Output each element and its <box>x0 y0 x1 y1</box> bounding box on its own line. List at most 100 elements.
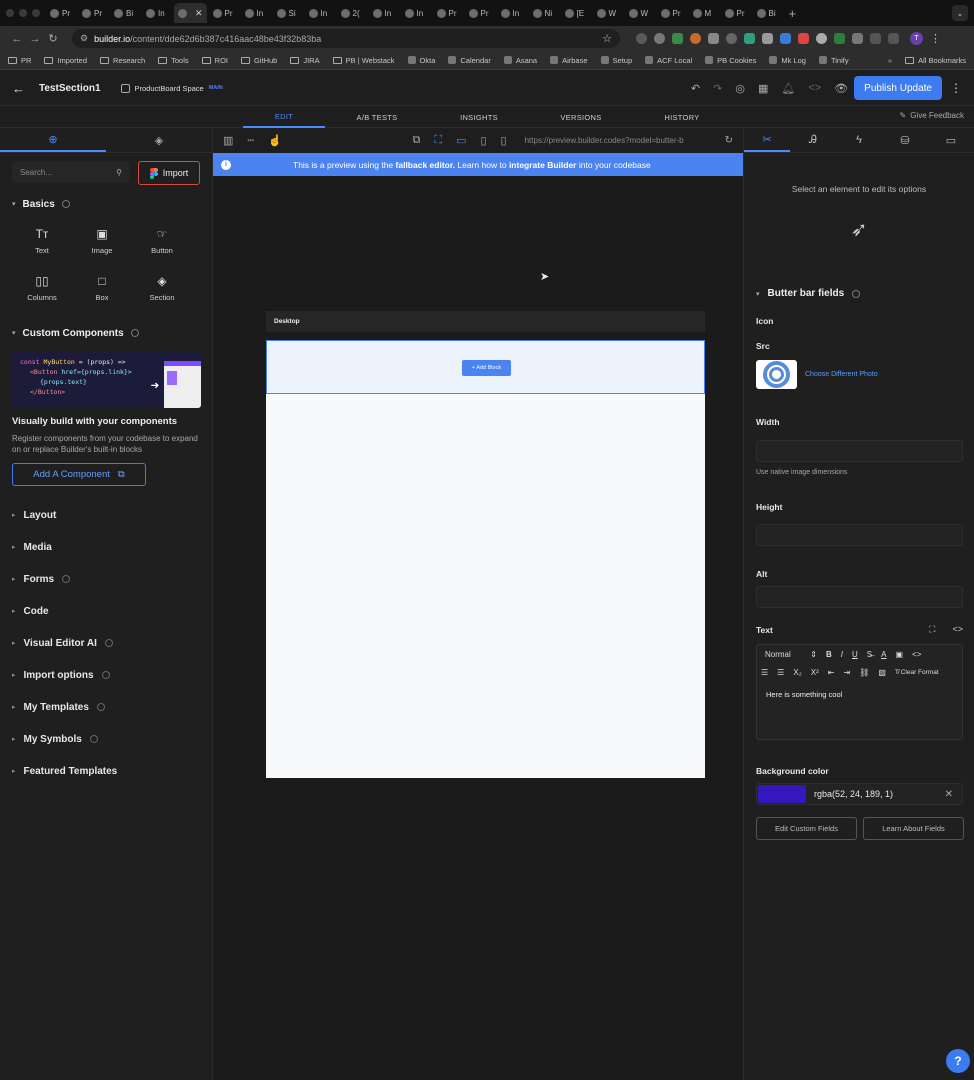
data-tab[interactable]: ⛁ <box>882 128 928 152</box>
block-image[interactable]: ▣ Image <box>72 218 132 265</box>
bookmark-item[interactable]: GitHub <box>241 56 277 65</box>
profile-avatar[interactable]: T <box>910 32 923 45</box>
comments-tab[interactable]: ▭ <box>928 128 974 152</box>
forward-icon[interactable]: → <box>26 33 44 45</box>
preview-url[interactable]: https://preview.builder.codes?model=butt… <box>525 136 711 145</box>
background-color-value[interactable]: rgba(52, 24, 189, 1) <box>814 789 893 799</box>
background-color-field[interactable]: rgba(52, 24, 189, 1) ✕ <box>756 783 963 805</box>
superscript-icon[interactable]: X² <box>811 668 819 677</box>
browser-tab[interactable]: ✕ <box>174 3 207 23</box>
extension-icon[interactable] <box>690 33 701 44</box>
block-columns[interactable]: ▯▯ Columns <box>12 265 72 312</box>
options-tab[interactable]: ✂ <box>744 128 790 152</box>
clear-color-icon[interactable]: ✕ <box>945 789 953 800</box>
style-tab[interactable]: Ꭿ <box>790 128 836 152</box>
browser-tab[interactable]: Pr <box>657 3 687 23</box>
browser-tab[interactable]: In <box>241 3 271 23</box>
extension-icon[interactable] <box>798 33 809 44</box>
bookmark-item[interactable]: Research <box>100 56 145 65</box>
window-controls[interactable] <box>6 9 40 17</box>
tab-insights[interactable]: INSIGHTS <box>438 106 520 128</box>
tab-edit[interactable]: EDIT <box>243 106 325 128</box>
edit-custom-fields-button[interactable]: Edit Custom Fields <box>756 817 857 840</box>
back-arrow-icon[interactable]: ← <box>12 81 25 96</box>
height-input[interactable] <box>756 524 963 546</box>
block-button[interactable]: ☞ Button <box>132 218 192 265</box>
extension-icon[interactable] <box>672 33 683 44</box>
bookmark-item[interactable]: Okta <box>407 56 435 65</box>
extension-icon[interactable] <box>654 33 665 44</box>
browser-tab[interactable]: M <box>689 3 719 23</box>
bookmark-item[interactable]: JIRA <box>290 56 320 65</box>
browser-tab[interactable]: Bi <box>753 3 783 23</box>
block-section[interactable]: ◈ Section <box>132 265 192 312</box>
bookmark-item[interactable]: PB Cookies <box>705 56 756 65</box>
accordion-import-options[interactable]: ▸ Import options <box>0 659 212 691</box>
image-icon[interactable]: ▨ <box>878 668 886 677</box>
width-input[interactable] <box>756 440 963 462</box>
bookmark-item[interactable]: Tinify <box>818 56 849 65</box>
publish-update-button[interactable]: Publish Update <box>854 76 942 100</box>
accordion-layout[interactable]: ▸ Layout <box>0 499 212 531</box>
help-icon[interactable]: ? <box>946 1049 970 1073</box>
extension-icon[interactable] <box>780 33 791 44</box>
reload-icon[interactable]: ↻ <box>44 32 62 45</box>
close-tab-icon[interactable]: ✕ <box>195 8 203 19</box>
extension-icon[interactable] <box>816 33 827 44</box>
tablet-icon[interactable]: ▯ <box>480 134 486 147</box>
interaction-icon[interactable]: ☝ <box>268 134 282 147</box>
accordion-featured-templates[interactable]: ▸ Featured Templates <box>0 755 212 787</box>
add-block-button[interactable]: + Add Block <box>462 360 511 376</box>
targeting-icon[interactable]: ◎ <box>735 82 745 95</box>
bookmark-item[interactable]: Asana <box>503 56 537 65</box>
tab-search-icon[interactable]: ⌄ <box>952 5 968 21</box>
bookmark-item[interactable]: ACF Local <box>645 56 692 65</box>
custom-components-header[interactable]: ▾ Custom Components <box>0 323 212 343</box>
code-icon[interactable]: <> <box>808 82 821 94</box>
strikethrough-icon[interactable]: S̶ <box>867 650 872 659</box>
browser-tab[interactable]: Pr <box>721 3 751 23</box>
bookmark-item[interactable]: ROI <box>201 56 228 65</box>
editor-content[interactable]: Here is something cool <box>757 681 962 699</box>
sidebar-icon[interactable] <box>888 33 899 44</box>
all-bookmarks[interactable]: All Bookmarks <box>905 56 966 65</box>
indent-icon[interactable]: ⇥ <box>844 668 851 677</box>
bookmark-star-icon[interactable]: ☆ <box>602 32 612 45</box>
import-button[interactable]: Import <box>138 161 200 185</box>
more-options-icon[interactable]: ⋮ <box>950 81 962 95</box>
browser-tab[interactable]: Pr <box>433 3 463 23</box>
bold-icon[interactable]: B <box>826 650 832 659</box>
extension-icon[interactable] <box>852 33 863 44</box>
browser-tab[interactable]: In <box>369 3 399 23</box>
browser-tab[interactable]: In <box>497 3 527 23</box>
block-text[interactable]: Tт Text <box>12 218 72 265</box>
browser-tab[interactable]: W <box>593 3 623 23</box>
accordion-my-templates[interactable]: ▸ My Templates <box>0 691 212 723</box>
subscript-icon[interactable]: X₂ <box>793 668 801 677</box>
block-box[interactable]: □ Box <box>72 265 132 312</box>
accordion-visual-editor-ai[interactable]: ▸ Visual Editor AI <box>0 627 212 659</box>
italic-icon[interactable]: I <box>841 650 843 659</box>
bookmark-item[interactable]: PR <box>8 56 31 65</box>
schedule-icon[interactable]: ▦ <box>758 82 768 95</box>
tab-ab-tests[interactable]: A/B TESTS <box>336 106 418 128</box>
browser-tab[interactable]: Pr <box>78 3 108 23</box>
bookmark-item[interactable]: PB | Webstack <box>332 56 395 65</box>
browser-tab[interactable]: In <box>401 3 431 23</box>
accordion-media[interactable]: ▸ Media <box>0 531 212 563</box>
back-icon[interactable]: ← <box>8 33 26 45</box>
insert-tab[interactable]: ⊕ <box>0 128 106 152</box>
extension-icon[interactable] <box>708 33 719 44</box>
new-tab-button[interactable]: + <box>789 6 797 21</box>
address-bar[interactable]: ⚙ builder.io/content/dde62d6b387c416aac4… <box>72 29 620 48</box>
redo-icon[interactable]: ↷ <box>713 82 722 95</box>
browser-tab[interactable]: W <box>625 3 655 23</box>
browser-tab[interactable]: Bi <box>110 3 140 23</box>
browser-tab[interactable]: Si <box>273 3 303 23</box>
underline-icon[interactable]: U <box>852 650 858 659</box>
link-icon[interactable]: ⛓ <box>859 668 869 677</box>
browser-tab[interactable]: Pr <box>46 3 76 23</box>
tab-history[interactable]: HISTORY <box>641 106 723 128</box>
code-block-icon[interactable]: <> <box>912 650 921 659</box>
bookmark-item[interactable]: Setup <box>600 56 632 65</box>
